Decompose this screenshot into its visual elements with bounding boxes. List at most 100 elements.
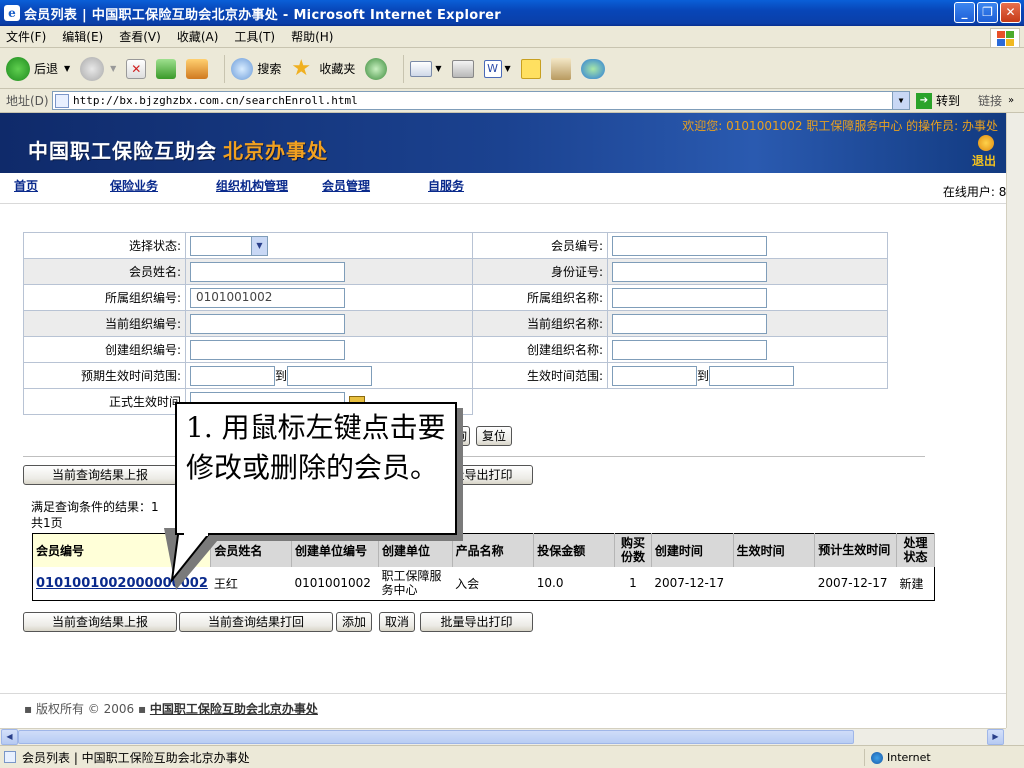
form-row: 选择状态: ▼ 会员编号: <box>23 232 888 259</box>
col-amount[interactable]: 投保金额 <box>533 533 615 567</box>
main-nav: 首页 保险业务 组织机构管理 会员管理 自服务 <box>0 173 1006 197</box>
creator-org-id-cell <box>185 336 473 363</box>
messenger-icon <box>580 58 605 79</box>
col-product[interactable]: 产品名称 <box>452 533 535 567</box>
menu-edit[interactable]: 编辑(E) <box>62 28 103 45</box>
chevron-down-icon: ▼ <box>435 64 442 73</box>
links-button[interactable]: 链接 <box>978 92 1002 109</box>
page-count: 共1页 <box>31 516 63 530</box>
menu-help[interactable]: 帮助(H) <box>291 28 333 45</box>
col-expected[interactable]: 预计生效时间 <box>814 533 898 567</box>
nav-org-management[interactable]: 组织机构管理 <box>216 177 288 194</box>
messenger-button[interactable] <box>580 58 605 79</box>
go-button[interactable]: ➔ 转到 <box>916 92 960 109</box>
edit-button[interactable]: W ▼ <box>483 59 511 78</box>
scroll-thumb[interactable] <box>18 730 854 744</box>
current-org-name-input[interactable] <box>612 313 767 334</box>
menu-tools[interactable]: 工具(T) <box>234 28 275 45</box>
col-created[interactable]: 创建时间 <box>651 533 734 567</box>
creator-org-name-input[interactable] <box>612 339 767 360</box>
print-button[interactable] <box>451 59 474 78</box>
page-icon <box>4 751 16 763</box>
effective-range-cell: 到 <box>607 362 888 389</box>
research-icon <box>550 57 571 80</box>
footer: ▪ 版权所有 © 2006 ▪ 中国职工保险互助会北京办事处 <box>24 700 318 717</box>
windows-logo-icon <box>990 28 1020 48</box>
search-icon <box>231 57 254 80</box>
cell-creator-org: 职工保障服务中心 <box>381 569 442 598</box>
add-button[interactable]: 添加 <box>336 612 372 632</box>
creator-org-name-cell <box>607 336 888 363</box>
scroll-left-button[interactable]: ◀ <box>1 729 18 745</box>
chevron-right-icon: » <box>1008 95 1015 106</box>
nav-member-management[interactable]: 会员管理 <box>322 177 370 194</box>
member-id-label: 会员编号: <box>472 232 608 259</box>
col-quantity[interactable]: 购买份数 <box>614 533 652 567</box>
status-cell: ▼ <box>185 232 473 259</box>
window-title: 会员列表 | 中国职工保险互助会北京办事处 - Microsoft Intern… <box>24 7 501 23</box>
forward-button[interactable]: ▼ <box>80 56 116 81</box>
form-row: 当前组织编号: 当前组织名称: <box>23 310 888 337</box>
title-bar: e 会员列表 | 中国职工保险互助会北京办事处 - Microsoft Inte… <box>0 0 1024 26</box>
org-id-input[interactable]: 0101001002 <box>190 287 345 308</box>
effective-to-input[interactable] <box>709 365 795 386</box>
research-button[interactable] <box>550 57 571 80</box>
address-url: http://bx.bjzghzbx.com.cn/searchEnroll.h… <box>73 94 358 107</box>
report-results-button[interactable]: 当前查询结果上报 <box>23 465 177 485</box>
effective-range-label: 生效时间范围: <box>472 362 608 389</box>
effective-from-input[interactable] <box>612 365 697 386</box>
member-name-input[interactable] <box>190 261 345 282</box>
menu-favorites[interactable]: 收藏(A) <box>177 28 219 45</box>
back-button[interactable]: 后退 ▼ <box>6 56 70 81</box>
horizontal-scrollbar[interactable]: ◀ ▶ <box>0 728 1006 745</box>
form-row: 创建组织编号: 创建组织名称: <box>23 336 888 363</box>
mail-button[interactable]: ▼ <box>410 60 442 77</box>
footer-org-link[interactable]: 中国职工保险互助会北京办事处 <box>150 702 318 716</box>
expected-from-input[interactable] <box>190 365 275 386</box>
report-results-button-bottom[interactable]: 当前查询结果上报 <box>23 612 177 632</box>
history-button[interactable] <box>365 57 388 80</box>
nav-self-service[interactable]: 自服务 <box>428 177 464 194</box>
maximize-button[interactable]: ❐ <box>977 2 998 23</box>
discuss-button[interactable] <box>520 58 541 79</box>
current-org-id-input[interactable] <box>190 313 345 334</box>
member-id-cell <box>607 232 888 259</box>
minimize-button[interactable]: _ <box>954 2 975 23</box>
col-status[interactable]: 处理状态 <box>896 533 935 567</box>
id-card-input[interactable] <box>612 261 767 282</box>
status-select[interactable]: ▼ <box>190 235 268 256</box>
refresh-button[interactable] <box>156 58 177 79</box>
close-button[interactable]: ✕ <box>1000 2 1021 23</box>
creator-org-id-input[interactable] <box>190 339 345 360</box>
site-banner: 中国职工保险互助会 北京办事处 欢迎您: 0101001002 职工保障服务中心 … <box>0 113 1006 173</box>
search-button[interactable]: 搜索 <box>231 57 281 80</box>
menu-file[interactable]: 文件(F) <box>6 28 46 45</box>
member-id-input[interactable] <box>612 235 767 256</box>
favorites-button[interactable]: ★ 收藏夹 <box>291 56 355 81</box>
org-name-input[interactable] <box>612 287 767 308</box>
address-input[interactable]: http://bx.bjzghzbx.com.cn/searchEnroll.h… <box>52 91 910 110</box>
batch-export-button-bottom[interactable]: 批量导出打印 <box>420 612 533 632</box>
address-dropdown-button[interactable]: ▼ <box>892 92 909 109</box>
nav-home[interactable]: 首页 <box>14 177 38 194</box>
go-label: 转到 <box>936 94 961 108</box>
expected-to-input[interactable] <box>287 365 373 386</box>
result-count: 满足查询条件的结果：1 <box>31 500 159 514</box>
form-row: 所属组织编号: 0101001002 所属组织名称: <box>23 284 888 311</box>
home-button[interactable] <box>186 58 209 79</box>
toolbar-separator <box>403 54 405 83</box>
cancel-button[interactable]: 取消 <box>379 612 415 632</box>
menu-view[interactable]: 查看(V) <box>119 28 161 45</box>
member-name-cell <box>185 258 473 285</box>
logout-link[interactable]: 退出 <box>972 152 996 169</box>
vertical-scrollbar[interactable] <box>1006 113 1024 728</box>
nav-insurance[interactable]: 保险业务 <box>110 177 158 194</box>
stop-button[interactable]: ✕ <box>126 58 147 79</box>
cell-effective <box>733 567 815 601</box>
reset-button[interactable]: 复位 <box>476 426 512 446</box>
return-results-button[interactable]: 当前查询结果打回 <box>179 612 333 632</box>
scroll-right-button[interactable]: ▶ <box>987 729 1004 745</box>
callout-text: 1. 用鼠标左键点击要修改或删除的会员。 <box>186 411 446 484</box>
mail-icon <box>410 60 433 77</box>
col-effective[interactable]: 生效时间 <box>733 533 816 567</box>
